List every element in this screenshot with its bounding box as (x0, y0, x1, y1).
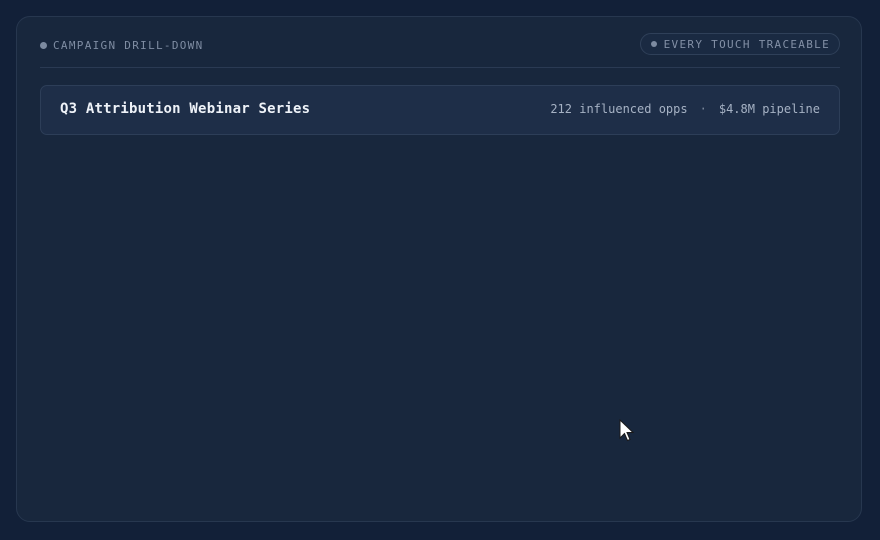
influenced-opps-count: 212 influenced opps (550, 102, 688, 116)
traceable-badge: EVERY TOUCH TRACEABLE (639, 33, 840, 55)
campaign-drilldown-panel: CAMPAIGN DRILL-DOWN EVERY TOUCH TRACEABL… (16, 16, 862, 522)
badge-label: EVERY TOUCH TRACEABLE (663, 37, 830, 51)
section-title: CAMPAIGN DRILL-DOWN (53, 38, 204, 52)
campaign-name: Q3 Attribution Webinar Series (60, 101, 311, 117)
campaign-row[interactable]: Q3 Attribution Webinar Series 212 influe… (40, 85, 840, 135)
section-eyebrow: CAMPAIGN DRILL-DOWN (40, 34, 204, 56)
panel-header: CAMPAIGN DRILL-DOWN EVERY TOUCH TRACEABL… (40, 33, 840, 68)
bullet-dot-icon (650, 41, 657, 47)
campaign-metrics: 212 influenced opps · $4.8M pipeline (550, 102, 820, 116)
metric-separator: · (699, 102, 707, 116)
bullet-dot-icon (40, 41, 47, 49)
mouse-pointer-icon (619, 419, 635, 442)
pipeline-value: $4.8M pipeline (718, 102, 820, 116)
